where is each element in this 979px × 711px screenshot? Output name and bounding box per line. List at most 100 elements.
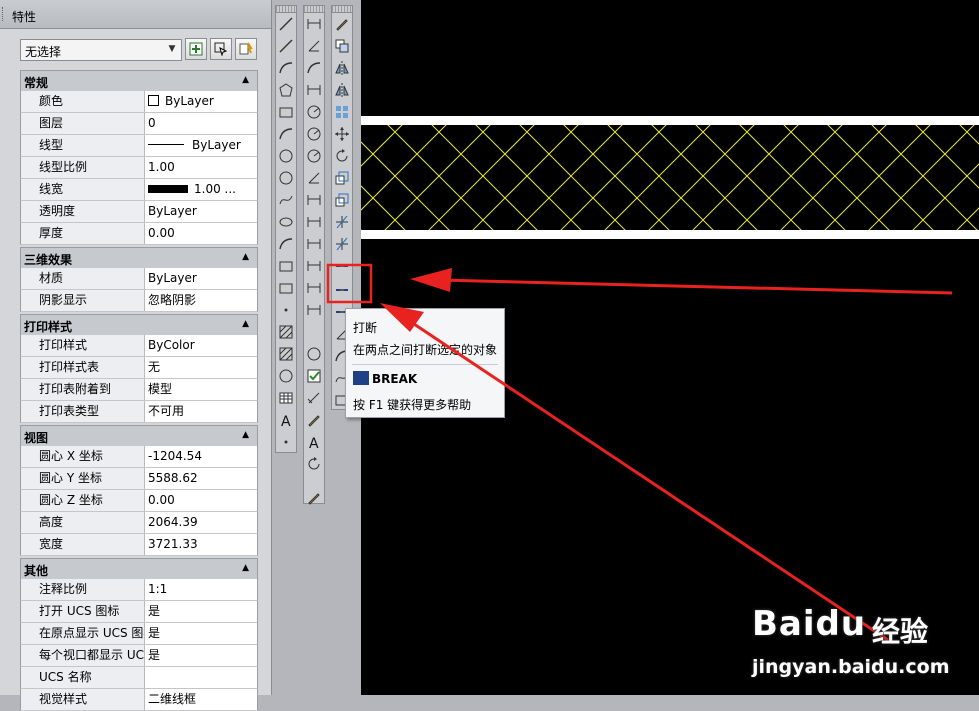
property-value[interactable]: ByLayer (145, 268, 257, 289)
property-value[interactable]: 忽略阴影 (145, 290, 257, 311)
move-button[interactable] (334, 126, 350, 142)
scale-button[interactable] (334, 170, 350, 186)
property-value[interactable]: 模型 (145, 379, 257, 400)
toolbar-grip[interactable] (332, 6, 352, 13)
property-value[interactable]: 2064.39 (145, 512, 257, 533)
property-row[interactable]: 打印样式 ByColor (20, 335, 258, 357)
property-value[interactable]: 3721.33 (145, 534, 257, 555)
property-value[interactable]: ByColor (145, 335, 257, 356)
toolbar-grip[interactable] (304, 6, 324, 13)
rectangle-button[interactable] (278, 104, 294, 120)
dimension-text-edit-button[interactable]: A (306, 434, 322, 450)
jogged-linear-button[interactable] (306, 390, 322, 406)
collapse-icon[interactable]: ▲ (242, 430, 249, 440)
property-row[interactable]: 视觉样式 二维线框 (20, 689, 258, 711)
table-button[interactable] (278, 390, 294, 406)
property-value[interactable]: 是 (145, 645, 257, 666)
toolbar-grip[interactable] (276, 6, 296, 13)
property-row[interactable]: UCS 名称 (20, 667, 258, 689)
property-value[interactable]: 二维线框 (145, 689, 257, 710)
ellipse-button[interactable] (278, 214, 294, 230)
extend-button[interactable] (334, 236, 350, 252)
property-value[interactable]: 0.00 (145, 490, 257, 511)
property-row[interactable]: 在原点显示 UCS 图标是 (20, 623, 258, 645)
collapse-icon[interactable]: ▲ (242, 563, 249, 573)
property-row[interactable]: 高度 2064.39 (20, 512, 258, 534)
palette-grip[interactable] (2, 7, 6, 21)
arc-length-button[interactable] (306, 60, 322, 76)
category-header[interactable]: 三维效果 ▲ (20, 247, 258, 268)
insert-block-button[interactable] (278, 258, 294, 274)
property-value[interactable]: 5588.62 (145, 468, 257, 489)
property-value[interactable]: ByLayer (145, 201, 257, 222)
tolerance-button[interactable] (306, 302, 322, 318)
quick-select-button[interactable] (235, 38, 257, 60)
property-row[interactable]: 打印表类型 不可用 (20, 401, 258, 423)
collapse-icon[interactable]: ▲ (242, 319, 249, 329)
dimension-space-button[interactable] (306, 258, 322, 274)
dimension-style-button[interactable] (306, 490, 322, 506)
point-button[interactable] (278, 302, 294, 318)
revision-cloud-button[interactable] (278, 170, 294, 186)
center-mark-button[interactable] (306, 346, 322, 362)
stretch-button[interactable] (334, 192, 350, 208)
dimension-edit-button[interactable] (306, 412, 322, 428)
category-header[interactable]: 其他 ▲ (20, 558, 258, 579)
property-row[interactable]: 厚度 0.00 (20, 223, 258, 245)
property-row[interactable]: 每个视口都显示 UCS 是 (20, 645, 258, 667)
collapse-icon[interactable]: ▲ (242, 75, 249, 85)
gradient-button[interactable] (278, 346, 294, 362)
property-value[interactable]: 不可用 (145, 401, 257, 422)
erase-button[interactable] (334, 16, 350, 32)
ordinate-dimension-button[interactable] (306, 82, 322, 98)
add-selected-button[interactable] (278, 434, 294, 450)
dimension-update-button[interactable] (306, 456, 322, 472)
copy-button[interactable] (334, 38, 350, 54)
property-value[interactable]: 1.00 (145, 157, 257, 178)
property-value[interactable]: 无 (145, 357, 257, 378)
linear-dimension-button[interactable] (306, 16, 322, 32)
angular-dimension-button[interactable] (306, 170, 322, 186)
palette-titlebar[interactable]: 特性 (0, 0, 271, 29)
diameter-dimension-button[interactable] (306, 148, 322, 164)
offset-button[interactable] (334, 82, 350, 98)
property-row[interactable]: 透明度 ByLayer (20, 201, 258, 223)
property-row[interactable]: 注释比例 1:1 (20, 579, 258, 601)
spline-button[interactable] (278, 192, 294, 208)
property-value[interactable]: 0.00 (145, 223, 257, 244)
collapse-icon[interactable]: ▲ (242, 252, 249, 262)
make-block-button[interactable] (278, 280, 294, 296)
property-value[interactable]: 0 (145, 113, 257, 134)
property-value[interactable]: -1204.54 (145, 446, 257, 467)
region-button[interactable] (278, 368, 294, 384)
property-row[interactable]: 颜色 ByLayer (20, 91, 258, 113)
property-row[interactable]: 线型比例 1.00 (20, 157, 258, 179)
property-value[interactable] (145, 667, 257, 688)
ellipse-arc-button[interactable] (278, 236, 294, 252)
category-header[interactable]: 常规 ▲ (20, 70, 258, 91)
property-row[interactable]: 线宽 1.00 ... (20, 179, 258, 201)
aligned-dimension-button[interactable] (306, 38, 322, 54)
trim-button[interactable] (334, 214, 350, 230)
property-row[interactable]: 打开 UCS 图标是 (20, 601, 258, 623)
rectangular-array-button[interactable] (334, 104, 350, 120)
property-row[interactable]: 线型 ByLayer (20, 135, 258, 157)
line-button[interactable] (278, 16, 294, 32)
construction-line-button[interactable] (278, 38, 294, 54)
radius-dimension-button[interactable] (306, 104, 322, 120)
quick-dimension-button[interactable] (306, 192, 322, 208)
property-row[interactable]: 圆心 Z 坐标 0.00 (20, 490, 258, 512)
property-row[interactable]: 图层 0 (20, 113, 258, 135)
selection-dropdown[interactable]: 无选择 ▼ (20, 39, 182, 61)
select-objects-button[interactable] (210, 38, 232, 60)
property-value[interactable]: ByLayer (145, 91, 257, 112)
hatch-button[interactable] (278, 324, 294, 340)
property-row[interactable]: 宽度 3721.33 (20, 534, 258, 556)
inspection-button[interactable] (306, 368, 322, 384)
break-at-point-button[interactable] (334, 258, 350, 274)
property-row[interactable]: 阴影显示 忽略阴影 (20, 290, 258, 312)
property-value[interactable]: 1.00 ... (145, 179, 257, 200)
property-value[interactable]: 是 (145, 601, 257, 622)
polygon-button[interactable] (278, 82, 294, 98)
property-row[interactable]: 打印表附着到 模型 (20, 379, 258, 401)
